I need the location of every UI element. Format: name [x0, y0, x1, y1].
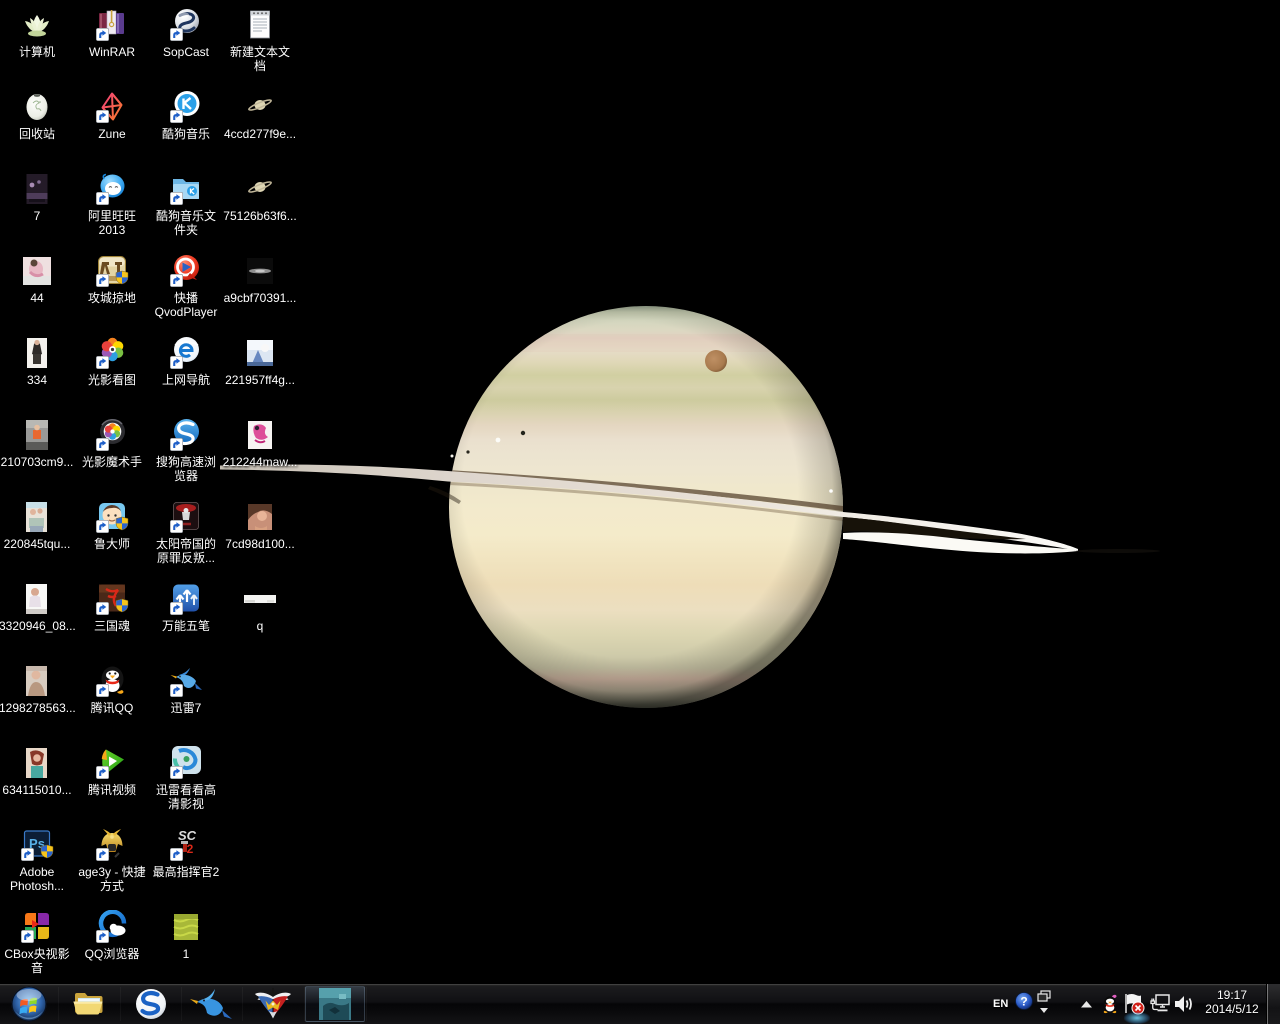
svg-text:?: ? — [1020, 995, 1027, 1009]
svg-text:2: 2 — [187, 842, 194, 856]
svg-text:SC: SC — [178, 828, 197, 843]
